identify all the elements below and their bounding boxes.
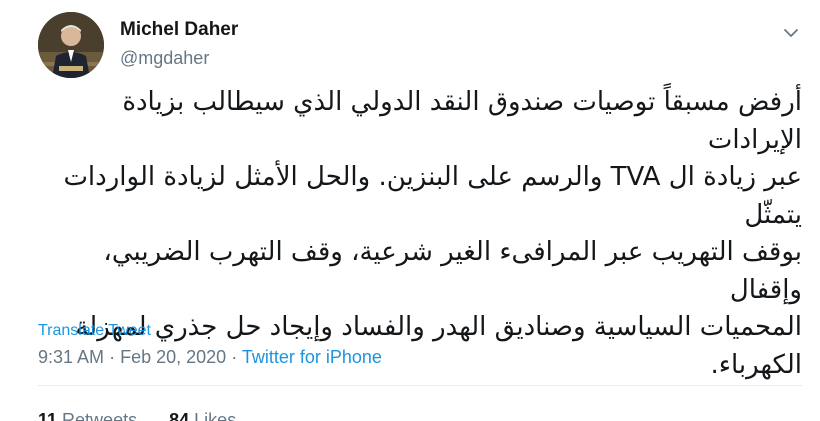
avatar[interactable] <box>38 12 104 78</box>
meta-separator: · <box>231 347 238 367</box>
translate-tweet-link[interactable]: Translate Tweet <box>38 322 151 340</box>
likes-count: 84 <box>169 410 190 421</box>
divider <box>38 385 802 386</box>
user-handle[interactable]: @mgdaher <box>120 46 238 70</box>
tweet-date[interactable]: Feb 20, 2020 <box>120 347 226 367</box>
tweet-source-link[interactable]: Twitter for iPhone <box>242 347 382 367</box>
tweet-text: أرفض مسبقاً توصيات صندوق النقد الدولي ال… <box>38 84 802 384</box>
retweets-stat[interactable]: 11 Retweets <box>38 410 137 421</box>
retweets-label: Retweets <box>62 410 138 421</box>
meta-separator: · <box>109 347 116 367</box>
tweet-time[interactable]: 9:31 AM <box>38 347 104 367</box>
tweet-meta: 9:31 AM · Feb 20, 2020 · Twitter for iPh… <box>38 345 382 369</box>
tweet-text-line: أرفض مسبقاً توصيات صندوق النقد الدولي ال… <box>122 87 802 155</box>
avatar-image <box>38 12 104 78</box>
display-name[interactable]: Michel Daher <box>120 18 238 42</box>
tweet-text-line: بوقف التهريب عبر المرافىء الغير شرعية، و… <box>103 237 802 305</box>
likes-label: Likes <box>194 410 237 421</box>
user-block[interactable]: Michel Daher @mgdaher <box>120 18 238 70</box>
tweet-stats: 11 Retweets 84 Likes <box>38 410 236 421</box>
tweet-text-line: عبر زيادة ال TVA والرسم على البنزين. وال… <box>63 162 802 230</box>
chevron-down-icon[interactable] <box>780 22 802 44</box>
retweets-count: 11 <box>38 410 58 421</box>
likes-stat[interactable]: 84 Likes <box>169 410 236 421</box>
tweet-text-line: المحميات السياسية وصناديق الهدر والفساد … <box>75 312 802 342</box>
tweet-card: Michel Daher @mgdaher أرفض مسبقاً توصيات… <box>0 0 820 421</box>
